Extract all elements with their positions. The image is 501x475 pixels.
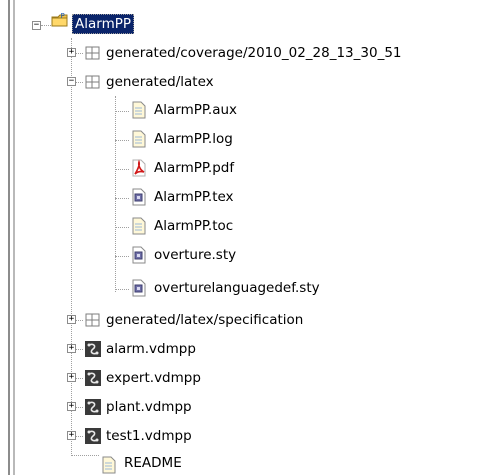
vdm-file-icon <box>85 428 101 444</box>
view-border <box>0 0 16 475</box>
pdf-file-icon <box>132 159 146 177</box>
tex-file-icon <box>132 279 146 297</box>
tree-connector-latex <box>115 96 117 292</box>
tree-item-label[interactable]: overturelanguagedef.sty <box>152 279 322 297</box>
text-file-icon <box>132 101 146 119</box>
tree-item-label[interactable]: alarm.vdmpp <box>104 340 198 358</box>
expand-toggle[interactable]: + <box>67 431 76 440</box>
tree-item-label[interactable]: README <box>122 454 184 472</box>
vdm-file-icon <box>85 399 101 415</box>
text-file-icon <box>102 456 116 474</box>
vdm-file-icon <box>85 341 101 357</box>
tree-item-label[interactable]: AlarmPP.tex <box>152 188 236 206</box>
tex-file-icon <box>132 188 146 206</box>
package-folder-icon <box>85 313 100 327</box>
project-folder-icon: P <box>51 12 68 27</box>
package-folder-icon <box>85 75 100 89</box>
tree-item-label[interactable]: AlarmPP.log <box>152 130 235 148</box>
tex-file-icon <box>132 246 146 264</box>
package-folder-icon <box>85 46 100 60</box>
svg-text:P: P <box>61 12 65 20</box>
expand-toggle[interactable]: + <box>67 315 76 324</box>
text-file-icon <box>132 130 146 148</box>
tree-item-label[interactable]: overture.sty <box>152 246 238 264</box>
collapse-toggle[interactable]: − <box>32 21 41 30</box>
expand-toggle[interactable]: + <box>67 402 76 411</box>
tree-item-label[interactable]: AlarmPP.aux <box>152 101 239 119</box>
tree-item-label[interactable]: generated/latex <box>104 73 216 91</box>
tree-item-label[interactable]: plant.vdmpp <box>104 398 194 416</box>
tree-item-label[interactable]: generated/latex/specification <box>104 311 305 329</box>
expand-toggle[interactable]: + <box>67 373 76 382</box>
tree-connector-root <box>71 38 73 456</box>
expand-toggle[interactable]: + <box>67 344 76 353</box>
collapse-toggle[interactable]: − <box>67 77 76 86</box>
tree-item-label[interactable]: expert.vdmpp <box>104 369 203 387</box>
text-file-icon <box>132 217 146 235</box>
expand-toggle[interactable]: + <box>67 48 76 57</box>
tree-item-label[interactable]: AlarmPP.toc <box>152 217 235 235</box>
vdm-file-icon <box>85 370 101 386</box>
tree-item-label[interactable]: AlarmPP.pdf <box>152 159 236 177</box>
tree-item-label[interactable]: generated/coverage/2010_02_28_13_30_51 <box>104 44 404 62</box>
tree-item-label[interactable]: AlarmPP <box>72 14 135 34</box>
tree-item-label[interactable]: test1.vdmpp <box>104 427 194 445</box>
